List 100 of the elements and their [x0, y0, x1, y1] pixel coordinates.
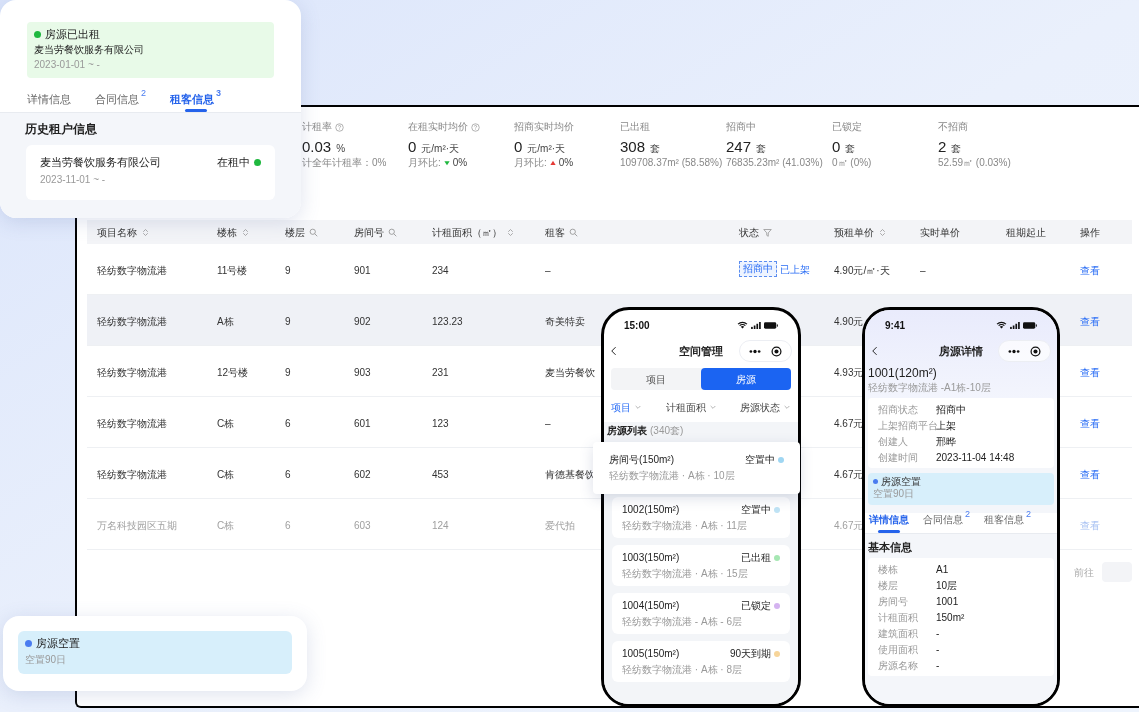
tenant-name: 麦当劳餐饮服务有限公司 — [40, 156, 161, 169]
more-icon[interactable] — [749, 348, 761, 354]
table-cell: 124 — [432, 520, 449, 531]
signal-icon — [1010, 321, 1020, 329]
table-cell: 11号楼 — [217, 265, 248, 276]
table-cell: – — [920, 265, 926, 276]
table-cell: 4.67元 — [834, 418, 864, 429]
status-title: 房源空置 — [881, 475, 921, 488]
room-name: 1004(150m²) — [622, 599, 680, 612]
column-header: 操作 — [1080, 225, 1100, 240]
clock: 9:41 — [885, 318, 905, 333]
more-icon[interactable] — [1008, 348, 1020, 354]
status-label: 在租中 — [217, 156, 250, 169]
table-cell: 231 — [432, 367, 449, 378]
sort-icon[interactable] — [141, 227, 150, 237]
stat-note: 月环比: — [408, 157, 441, 169]
status-title: 房源空置 — [36, 637, 80, 650]
view-link[interactable]: 查看 — [1080, 316, 1100, 327]
help-icon[interactable] — [471, 122, 480, 132]
help-icon[interactable] — [335, 122, 344, 132]
chevron-down-icon — [783, 403, 791, 411]
segment-tab[interactable]: 项目 — [611, 368, 701, 390]
sort-icon[interactable] — [241, 227, 250, 237]
record-icon[interactable] — [1030, 345, 1041, 357]
table-cell: 4.93元 — [834, 367, 864, 378]
filter-dropdown[interactable]: 计租面积 — [665, 399, 717, 415]
table-cell: 奇美特卖 — [545, 316, 585, 327]
field-value: 150m² — [936, 610, 965, 625]
field-label: 创建人 — [878, 434, 909, 449]
field-label: 房源名称 — [878, 658, 919, 673]
pager-label: 前往 — [1074, 565, 1094, 580]
room-card[interactable]: 1005(150m²) 90天到期 轻纺数字物流港 · A栋 · 8层 — [612, 641, 790, 682]
list-count: (340套) — [650, 425, 684, 437]
field-label: 使用面积 — [878, 642, 919, 657]
filter-dropdown[interactable]: 房源状态 — [740, 399, 791, 415]
table-cell: 601 — [354, 418, 371, 429]
table-cell: 234 — [432, 265, 449, 276]
column-header: 房间号 — [354, 225, 384, 240]
stat-label: 不招商 — [938, 121, 968, 133]
sort-icon[interactable] — [878, 227, 887, 237]
battery-icon — [1023, 321, 1037, 329]
table-cell: 4.67元 — [834, 520, 864, 531]
search-icon[interactable] — [388, 227, 397, 237]
view-link[interactable]: 查看 — [1080, 367, 1100, 378]
field-label: 上架招商平台 — [878, 418, 936, 433]
table-cell: C栋 — [217, 418, 235, 429]
table-cell: 603 — [354, 520, 371, 531]
table-cell: 麦当劳餐饮 — [545, 367, 595, 378]
filter-dropdown[interactable]: 项目 — [611, 399, 642, 415]
tab-count: 2 — [141, 89, 146, 98]
table-cell: 123 — [432, 418, 449, 429]
table-cell: 轻纺数字物流港 — [97, 265, 167, 276]
record-icon[interactable] — [771, 345, 782, 357]
field-value: 1001 — [936, 594, 959, 609]
back-icon[interactable] — [610, 346, 617, 356]
table-cell: 9 — [285, 265, 291, 276]
stat-change: 0% — [452, 157, 468, 169]
view-link[interactable]: 查看 — [1080, 469, 1100, 480]
table-cell: A栋 — [217, 316, 234, 327]
chevron-down-icon — [634, 403, 642, 411]
field-value: 邢晔 — [936, 434, 956, 449]
room-location: 轻纺数字物流港 - A栋 - 6层 — [622, 615, 743, 628]
status-title: 房源已出租 — [45, 28, 100, 41]
room-card[interactable]: 1004(150m²) 已锁定 轻纺数字物流港 - A栋 - 6层 — [612, 593, 790, 634]
stat-value: 0 — [514, 138, 523, 156]
tab[interactable]: 详情信息 — [27, 92, 71, 112]
stat-note: 计全年计租率：0% — [302, 157, 387, 169]
room-card[interactable]: 1003(150m²) 已出租 轻纺数字物流港 · A栋 · 15层 — [612, 545, 790, 586]
table-cell: 6 — [285, 520, 291, 531]
room-name: 1002(150m²) — [622, 503, 680, 516]
room-card[interactable]: 1002(150m²) 空置中 轻纺数字物流港 · A栋 · 11层 — [612, 497, 790, 538]
lease-period: 2023-11-01 ~ - — [40, 174, 107, 186]
room-location: 轻纺数字物流港 · A栋 · 10层 — [609, 470, 736, 482]
room-name: 1003(150m²) — [622, 551, 680, 564]
stat-unit: 套 — [756, 142, 767, 156]
column-header: 预租单价 — [834, 225, 874, 240]
search-icon[interactable] — [569, 227, 578, 237]
field-value: 招商中 — [936, 402, 966, 417]
stat-change: 0% — [558, 157, 574, 169]
table-cell: C栋 — [217, 469, 235, 480]
status-note: 空置90日 — [873, 488, 916, 500]
room-card[interactable]: 房间号(150m²) 空置中 轻纺数字物流港 · A栋 · 10层 — [593, 442, 800, 494]
room-location: 轻纺数字物流港 · A栋 · 8层 — [622, 663, 743, 676]
table-cell: 9 — [285, 316, 291, 327]
back-icon[interactable] — [871, 346, 878, 356]
segment-tab[interactable]: 房源 — [701, 368, 791, 390]
filter-icon[interactable] — [763, 227, 772, 237]
stat-label: 招商实时均价 — [514, 121, 574, 133]
status-label: 空置中 — [745, 454, 775, 466]
view-link[interactable]: 查看 — [1080, 265, 1100, 276]
tab-count: 2 — [1026, 510, 1032, 519]
sort-icon[interactable] — [506, 227, 515, 237]
search-icon[interactable] — [309, 227, 318, 237]
room-name: 1005(150m²) — [622, 647, 680, 660]
tab[interactable]: 详情信息 — [869, 513, 909, 533]
column-header: 实时单价 — [920, 225, 960, 240]
column-header: 项目名称 — [97, 225, 137, 240]
view-link[interactable]: 查看 — [1080, 418, 1100, 429]
table-cell: 万名科技园区五期 — [97, 520, 177, 531]
stat-value: 0 — [832, 138, 841, 156]
